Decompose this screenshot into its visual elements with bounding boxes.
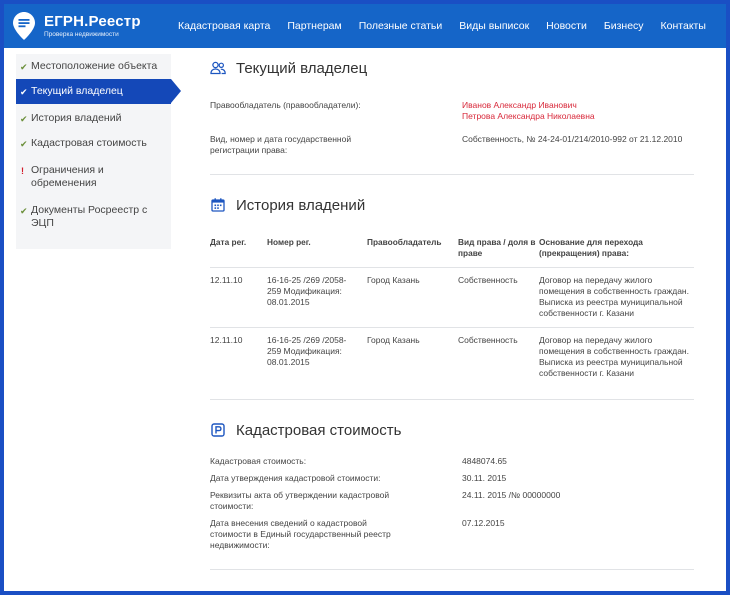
nav-business[interactable]: Бизнесу — [604, 20, 644, 32]
nav-cadastral-map[interactable]: Кадастровая карта — [178, 20, 270, 32]
section-title-history: История владений — [210, 191, 694, 219]
cadastral-title: Кадастровая стоимость — [236, 421, 402, 439]
cadastral-label: Дата утверждения кадастровой стоимости: — [210, 473, 381, 483]
cadastral-row: Кадастровая стоимость: 4848074.65 — [210, 456, 694, 467]
owner-registration-row: Вид, номер и дата государственной регист… — [210, 134, 694, 156]
history-table: Дата рег. Номер рег. Правообладатель Вид… — [210, 237, 694, 387]
nav-articles[interactable]: Полезные статьи — [359, 20, 443, 32]
column-header: Основание для перехода (прекращения) пра… — [539, 237, 694, 268]
cadastral-label: Реквизиты акта об утверждении кадастрово… — [210, 490, 390, 511]
table-header-row: Дата рег. Номер рег. Правообладатель Вид… — [210, 237, 694, 268]
column-header: Вид права / доля в праве — [458, 237, 539, 268]
owner-holder-name: Иванов Александр Иванович — [462, 100, 577, 110]
column-header: Дата рег. — [210, 237, 267, 268]
cell-date: 12.11.10 — [210, 267, 267, 328]
sidebar-item-label: Текущий владелец — [31, 85, 123, 97]
main-nav: Кадастровая карта Партнерам Полезные ста… — [178, 20, 723, 32]
sidebar-item-current-owner[interactable]: ✔ Текущий владелец — [16, 79, 181, 104]
cadastral-row: Реквизиты акта об утверждении кадастрово… — [210, 490, 694, 512]
divider — [210, 569, 694, 570]
sidebar-item-label: Ограничения и обременения — [31, 164, 104, 189]
calendar-icon — [210, 197, 226, 213]
cell-number: 16-16-25 /269 /2058-259 Модификация: 08.… — [267, 267, 367, 328]
sidebar: ✔ Местоположение объекта ✔ Текущий владе… — [16, 54, 181, 249]
cadastral-value: 4848074.65 — [462, 456, 507, 466]
cadastral-label: Дата внесения сведений о кадастровой сто… — [210, 518, 391, 550]
owner-holders-label: Правообладатель (правообладатели): — [210, 100, 361, 110]
cell-right: Собственность — [458, 335, 518, 345]
nav-contacts[interactable]: Контакты — [661, 20, 706, 32]
cell-date: 12.11.10 — [210, 335, 243, 345]
history-title: История владений — [236, 196, 366, 214]
column-header: Номер рег. — [267, 237, 367, 268]
cell-holder: Город Казань — [367, 267, 458, 328]
sidebar-item-location[interactable]: ✔ Местоположение объекта — [16, 58, 171, 75]
owner-holders-row: Правообладатель (правообладатели): Ивано… — [210, 100, 694, 122]
cell-basis: Договор на передачу жилого помещения в с… — [539, 267, 694, 328]
table-row: 12.11.10 16-16-25 /269 /2058-259 Модифик… — [210, 267, 694, 328]
cadastral-value: 07.12.2015 — [462, 518, 505, 528]
parking-p-icon — [210, 422, 226, 438]
table-row: 12.11.10 16-16-25 /269 /2058-259 Модифик… — [210, 328, 694, 388]
nav-news[interactable]: Новости — [546, 20, 587, 32]
owner-registration-value: Собственность, № 24-24-01/214/2010-992 о… — [462, 134, 683, 144]
cadastral-label: Кадастровая стоимость: — [210, 456, 307, 466]
check-icon: ✔ — [20, 62, 28, 72]
sidebar-item-cadastral-value[interactable]: ✔ Кадастровая стоимость — [16, 135, 171, 152]
nav-partners[interactable]: Партнерам — [287, 20, 341, 32]
check-icon: ✔ — [20, 114, 28, 124]
check-icon: ✔ — [20, 206, 28, 216]
owner-holder-name: Петрова Александра Николаевна — [462, 111, 595, 121]
page-frame: ЕГРН.Реестр Проверка недвижимости Кадаст… — [0, 0, 730, 595]
active-arrow-indicator — [171, 79, 181, 103]
sidebar-item-documents[interactable]: ✔ Документы Росреестр с ЭЦП — [16, 202, 171, 232]
brand-subtitle: Проверка недвижимости — [44, 30, 119, 38]
sidebar-item-label: Местоположение объекта — [31, 60, 158, 72]
main-content: Текущий владелец Правообладатель (правоо… — [210, 54, 694, 570]
cell-basis: Договор на передачу жилого помещения в с… — [539, 335, 689, 378]
warning-icon: ! — [21, 166, 24, 176]
cell-right: Собственность — [458, 267, 539, 328]
nav-extract-types[interactable]: Виды выписок — [459, 20, 529, 32]
check-icon: ✔ — [20, 139, 28, 149]
brand-title: ЕГРН.Реестр — [44, 12, 141, 30]
sidebar-item-history[interactable]: ✔ История владений — [16, 110, 171, 127]
cadastral-value: 30.11. 2015 — [462, 473, 507, 483]
owner-registration-label: Вид, номер и дата государственной регист… — [210, 134, 352, 155]
sidebar-item-restrictions[interactable]: ! Ограничения и обременения — [16, 162, 171, 192]
logo[interactable]: ЕГРН.Реестр Проверка недвижимости — [12, 11, 172, 41]
sidebar-item-label: Документы Росреестр с ЭЦП — [31, 204, 148, 229]
cadastral-value: 24.11. 2015 /№ 00000000 — [462, 490, 561, 500]
cell-holder: Город Казань — [367, 335, 420, 345]
sidebar-item-label: История владений — [31, 112, 122, 124]
cadastral-row: Дата утверждения кадастровой стоимости: … — [210, 473, 694, 484]
users-icon — [210, 60, 226, 76]
map-pin-menu-icon — [12, 11, 36, 41]
top-header: ЕГРН.Реестр Проверка недвижимости Кадаст… — [4, 4, 726, 48]
section-title-cadastral: Кадастровая стоимость — [210, 416, 694, 444]
owner-title: Текущий владелец — [236, 59, 368, 77]
sidebar-item-label: Кадастровая стоимость — [31, 137, 147, 149]
section-title-owner: Текущий владелец — [210, 54, 694, 82]
cell-number: 16-16-25 /269 /2058-259 Модификация: 08.… — [267, 335, 347, 367]
check-icon: ✔ — [20, 87, 28, 97]
column-header: Правообладатель — [367, 237, 458, 268]
cadastral-row: Дата внесения сведений о кадастровой сто… — [210, 518, 694, 551]
